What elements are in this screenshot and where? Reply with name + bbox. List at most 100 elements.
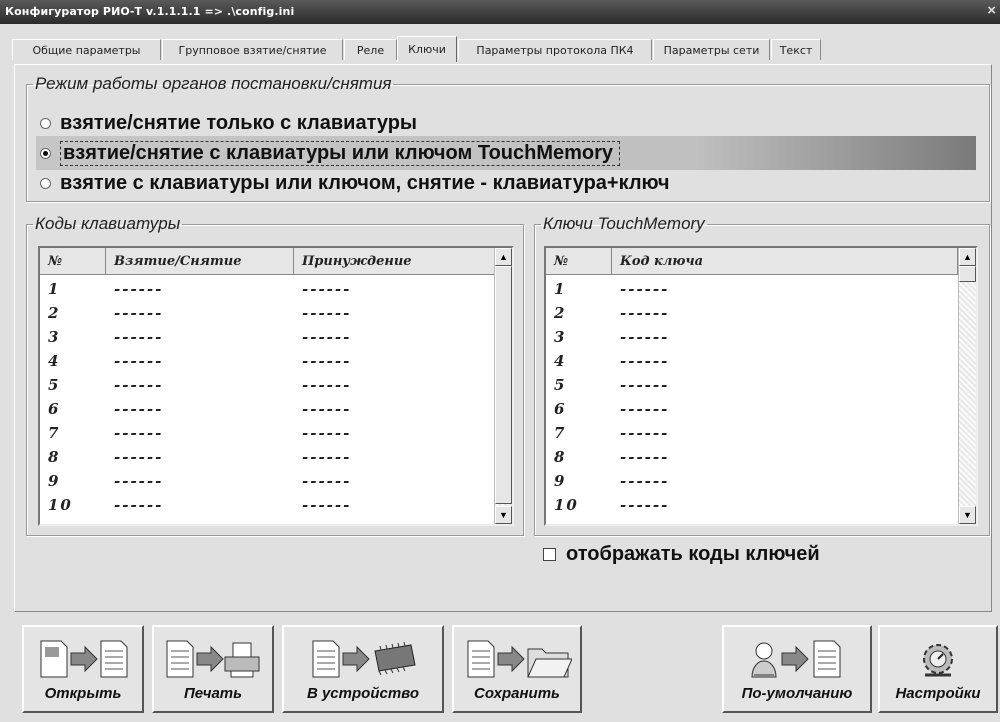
arming-code-cell[interactable]: ------ [106,301,294,325]
table-row[interactable]: 1 ------ [546,277,912,301]
duress-code-cell[interactable]: ------ [294,277,474,301]
table-row[interactable]: 3 ------ ------ [40,325,474,349]
save-button[interactable]: Сохранить [452,625,582,713]
key-code-cell[interactable]: ------ [612,373,912,397]
table-row[interactable]: 3 ------ [546,325,912,349]
table-row[interactable]: 4 ------ [546,349,912,373]
duress-code-cell[interactable]: ------ [294,301,474,325]
key-code-cell[interactable]: ------ [612,421,912,445]
table-row[interactable]: 2 ------ ------ [40,301,474,325]
key-code-cell[interactable]: ------ [612,493,912,517]
scroll-up-icon[interactable]: ▲ [959,248,976,266]
table-row[interactable]: 7 ------ [546,421,912,445]
table-row[interactable]: 7 ------ ------ [40,421,474,445]
key-code-cell[interactable]: ------ [612,325,912,349]
show-key-codes-checkbox[interactable]: отображать коды ключей [543,543,820,566]
duress-code-cell[interactable]: ------ [294,349,474,373]
arming-code-cell[interactable]: ------ [106,421,294,445]
table-row[interactable]: 9 ------ [546,469,912,493]
scroll-down-icon[interactable]: ▼ [495,506,512,524]
arming-code-cell[interactable]: ------ [106,397,294,421]
mode-option-keypad-or-key[interactable]: взятие/снятие с клавиатуры или ключом To… [40,140,621,166]
tab-pk4-protocol[interactable]: Параметры протокола ПК4 [458,39,652,60]
open-button[interactable]: Открыть [22,625,144,713]
arming-code-cell[interactable]: ------ [106,277,294,301]
scroll-up-icon[interactable]: ▲ [495,248,512,266]
defaults-button[interactable]: По-умолчанию [722,625,872,713]
table-row[interactable]: 5 ------ [546,373,912,397]
duress-code-cell[interactable]: ------ [294,325,474,349]
radio-icon[interactable] [40,117,51,129]
tab-general[interactable]: Общие параметры [12,39,161,60]
tab-group-arming[interactable]: Групповое взятие/снятие [162,39,343,60]
arming-code-cell[interactable]: ------ [106,445,294,469]
defaults-button-label: По-умолчанию [741,685,853,702]
radio-icon[interactable] [40,177,51,189]
scroll-thumb[interactable] [959,266,976,282]
table-row[interactable]: 4 ------ ------ [40,349,474,373]
duress-code-cell[interactable]: ------ [294,493,474,517]
row-number: 7 [48,424,61,442]
row-number: 4 [554,352,567,370]
key-code-cell[interactable]: ------ [612,445,912,469]
mode-option-keypad-plus-key[interactable]: взятие с клавиатуры или ключом, снятие -… [40,170,669,196]
duress-code-cell[interactable]: ------ [294,421,474,445]
duress-code-cell[interactable]: ------ [294,397,474,421]
table-row[interactable]: 5 ------ ------ [40,373,474,397]
close-icon[interactable]: × [987,2,996,19]
tab-network[interactable]: Параметры сети [653,39,770,60]
vertical-scrollbar[interactable]: ▲ ▼ [958,248,976,524]
scroll-thumb[interactable] [495,266,512,504]
column-header-arming[interactable]: Взятие/Снятие [106,248,294,274]
row-number: 3 [554,328,567,346]
table-row[interactable]: 6 ------ ------ [40,397,474,421]
arming-code-cell[interactable]: ------ [106,325,294,349]
tab-relays[interactable]: Реле [344,39,397,60]
print-button[interactable]: Печать [152,625,274,713]
tab-text[interactable]: Текст [771,39,821,60]
table-row[interactable]: 8 ------ ------ [40,445,474,469]
key-code-cell[interactable]: ------ [612,349,912,373]
arming-code-cell[interactable]: ------ [106,349,294,373]
write-to-device-button[interactable]: В устройство [282,625,444,713]
settings-button[interactable]: Настройки [878,625,998,713]
table-row[interactable]: 8 ------ [546,445,912,469]
duress-code-cell[interactable]: ------ [294,373,474,397]
radio-checked-icon[interactable] [40,147,51,159]
duress-code-cell[interactable]: ------ [294,469,474,493]
print-button-label: Печать [183,685,243,702]
arming-code-cell[interactable]: ------ [106,493,294,517]
table-row[interactable]: 1 ------ ------ [40,277,474,301]
keypad-codes-table[interactable]: № Взятие/Снятие Принуждение 1 ------ -----… [38,246,514,526]
touchmemory-keys-table[interactable]: № Код ключа 1 ------ 2 ------ 3 ------ 4 ---… [544,246,978,526]
vertical-scrollbar[interactable]: ▲ ▼ [494,248,512,524]
arming-code-cell[interactable]: ------ [106,373,294,397]
table-row[interactable]: 10 ------ [546,493,912,517]
file-to-document-icon [24,637,142,681]
checkbox-icon[interactable] [543,548,556,561]
key-code-cell[interactable]: ------ [612,301,912,325]
row-number: 8 [554,448,567,466]
row-number: 8 [48,448,61,466]
key-code-cell[interactable]: ------ [612,397,912,421]
row-number: 2 [48,304,61,322]
mode-option-keypad-only[interactable]: взятие/снятие только с клавиатуры [40,110,417,136]
row-number: 7 [554,424,567,442]
duress-code-cell[interactable]: ------ [294,445,474,469]
key-code-cell[interactable]: ------ [612,469,912,493]
table-row[interactable]: 6 ------ [546,397,912,421]
scroll-down-icon[interactable]: ▼ [959,506,976,524]
table-row[interactable]: 9 ------ ------ [40,469,474,493]
key-code-cell[interactable]: ------ [612,277,912,301]
row-number: 1 [554,280,567,298]
arming-code-cell[interactable]: ------ [106,469,294,493]
table-row[interactable]: 2 ------ [546,301,912,325]
table-row[interactable]: 10 ------ ------ [40,493,474,517]
row-number: 5 [48,376,61,394]
row-number: 10 [554,496,579,514]
column-header-key-code[interactable]: Код ключа [612,248,958,274]
column-header-number[interactable]: № [546,248,612,274]
tab-keys[interactable]: Ключи [397,36,457,62]
column-header-duress[interactable]: Принуждение [294,248,496,274]
column-header-number[interactable]: № [40,248,106,274]
